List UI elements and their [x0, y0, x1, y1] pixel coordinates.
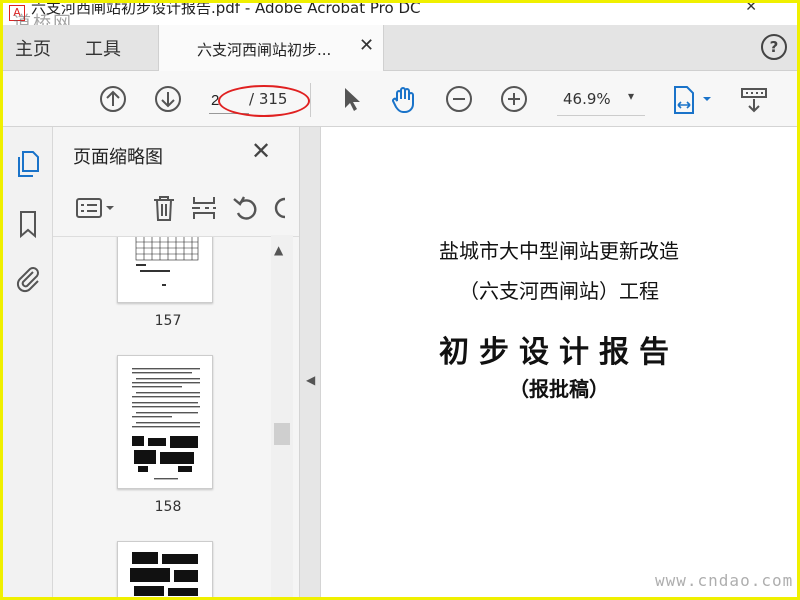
tab-close-icon[interactable]: ✕: [359, 35, 374, 56]
scrollbar-thumb[interactable]: [274, 423, 290, 445]
document-tab-label: 六支河西闸站初步...: [197, 41, 332, 59]
annotation-circle: [218, 85, 310, 117]
hand-tool-button[interactable]: [389, 85, 417, 113]
site-url-watermark: www.cndao.com: [655, 571, 794, 590]
insert-pages-button[interactable]: [189, 193, 219, 223]
thumbnail-list[interactable]: 157 158: [53, 237, 283, 597]
window-close-icon[interactable]: ✕: [745, 3, 757, 15]
page-preview: [130, 552, 198, 596]
keyboard-scroll-icon: [741, 88, 767, 113]
tab-document[interactable]: 六支河西闸站初步... ✕: [158, 25, 384, 71]
chevron-down-icon[interactable]: ▾: [628, 89, 634, 103]
toolbar: [3, 71, 797, 127]
page-thumbnails-button[interactable]: [13, 149, 43, 179]
rotate-right-button[interactable]: [271, 193, 285, 223]
thumbnail-label: 157: [154, 313, 182, 329]
fit-width-icon: [674, 86, 711, 114]
page-preview: [132, 368, 200, 480]
collapse-panel-icon[interactable]: ◀: [306, 373, 315, 387]
chevron-up-icon[interactable]: ▲: [274, 243, 283, 257]
fit-page-button[interactable]: [671, 85, 715, 114]
arrow-down-circle-icon: [155, 86, 181, 112]
previous-page-button[interactable]: [99, 85, 127, 113]
thumbnail-page-next[interactable]: [117, 541, 213, 597]
panel-splitter[interactable]: ◀: [299, 127, 321, 597]
title-bar: A 六支河西闸站初步设计报告.pdf - Adobe Acrobat Pro D…: [3, 3, 797, 34]
thumbnail-page-157[interactable]: [117, 237, 213, 303]
hand-icon: [392, 87, 414, 113]
select-tool-button[interactable]: [337, 85, 365, 113]
bookmarks-button[interactable]: [13, 209, 43, 239]
insert-page-icon: [192, 197, 216, 219]
tab-bar: 主页 工具 六支河西闸站初步... ✕ ?: [3, 25, 797, 71]
zoom-underline: [557, 115, 645, 116]
rotate-right-icon: [274, 197, 285, 219]
help-icon[interactable]: ?: [761, 34, 787, 60]
tab-home[interactable]: 主页: [15, 35, 51, 61]
window-title: 六支河西闸站初步设计报告.pdf - Adobe Acrobat Pro DC: [31, 3, 421, 17]
page-preview: [135, 237, 199, 286]
acrobat-window: A 六支河西闸站初步设计报告.pdf - Adobe Acrobat Pro D…: [3, 3, 797, 597]
pointer-arrow-icon: [345, 88, 360, 111]
scroll-mode-button[interactable]: [739, 85, 769, 113]
copy-pages-icon: [18, 151, 39, 177]
trash-icon: [154, 196, 174, 221]
paperclip-icon: [16, 267, 39, 293]
list-options-icon: [76, 198, 114, 218]
rotate-page-button[interactable]: [231, 193, 261, 223]
zoom-level-dropdown[interactable]: 46.9%: [563, 90, 611, 108]
minus-circle-icon: [446, 86, 472, 112]
attachments-button[interactable]: [13, 263, 43, 293]
thumbnail-toolbar: [53, 183, 299, 237]
plus-circle-icon: [501, 86, 527, 112]
document-title: 初步设计报告: [439, 335, 679, 370]
tab-tools[interactable]: 工具: [85, 35, 121, 61]
toolbar-divider: [310, 83, 311, 117]
zoom-out-button[interactable]: [445, 85, 473, 113]
left-rail: [3, 127, 53, 597]
document-subtitle: （报批稿）: [509, 377, 609, 401]
thumbnail-scrollbar[interactable]: ▲: [271, 235, 293, 597]
delete-pages-button[interactable]: [149, 193, 179, 223]
next-page-button[interactable]: [154, 85, 182, 113]
page-thumbnails-panel: 页面缩略图 ✕ 157 158: [53, 127, 299, 597]
zoom-in-button[interactable]: [500, 85, 528, 113]
thumbnail-page-158[interactable]: [117, 355, 213, 489]
panel-close-icon[interactable]: ✕: [251, 137, 271, 165]
thumbnail-label: 158: [154, 499, 182, 515]
document-heading-line1: 盐城市大中型闸站更新改造: [439, 239, 679, 263]
bookmark-icon: [20, 211, 36, 239]
rotate-left-icon: [233, 196, 257, 220]
panel-title: 页面缩略图: [73, 147, 163, 168]
document-view[interactable]: 盐城市大中型闸站更新改造 （六支河西闸站）工程 初步设计报告 （报批稿）: [321, 127, 797, 597]
arrow-up-circle-icon: [100, 86, 126, 112]
document-heading-line2: （六支河西闸站）工程: [459, 279, 659, 303]
thumbnail-options-button[interactable]: [75, 193, 119, 223]
